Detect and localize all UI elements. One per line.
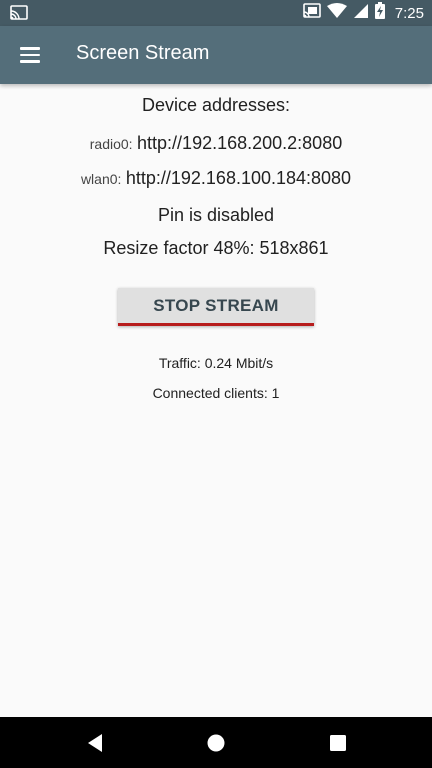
address-row-radio0: radio0: http://192.168.200.2:8080 — [0, 133, 432, 154]
address-interface: wlan0: — [80, 171, 122, 187]
connected-clients: Connected clients: 1 — [152, 385, 280, 401]
signal-icon — [353, 3, 369, 24]
traffic-info: Traffic: 0.24 Mbit/s — [158, 355, 274, 371]
status-icons: 7:25 — [302, 2, 424, 24]
recents-icon[interactable] — [325, 730, 351, 756]
cast-icon — [10, 5, 28, 21]
address-row-wlan0: wlan0: http://192.168.100.184:8080 — [0, 168, 432, 189]
status-bar: 7:25 — [0, 0, 432, 26]
status-time: 7:25 — [394, 4, 424, 22]
stop-stream-button[interactable]: STOP STREAM — [118, 288, 314, 326]
navigation-bar — [0, 717, 432, 768]
battery-charging-icon — [374, 2, 385, 24]
cast-connected-icon — [302, 2, 321, 24]
addresses-title: Device addresses: — [141, 95, 291, 115]
app-bar: Screen Stream — [0, 26, 432, 84]
address-url[interactable]: http://192.168.200.2:8080 — [137, 133, 342, 153]
wifi-icon — [326, 2, 347, 24]
back-icon[interactable] — [82, 730, 108, 756]
address-url[interactable]: http://192.168.100.184:8080 — [126, 168, 351, 188]
screen: 7:25 Screen Stream Device addresses: rad… — [0, 0, 432, 768]
resize-info: Resize factor 48%: 518x861 — [103, 238, 329, 258]
address-interface: radio0: — [89, 136, 133, 152]
home-icon[interactable] — [203, 730, 229, 756]
pin-status: Pin is disabled — [157, 205, 275, 225]
menu-icon[interactable] — [14, 39, 46, 71]
app-title: Screen Stream — [76, 42, 210, 64]
